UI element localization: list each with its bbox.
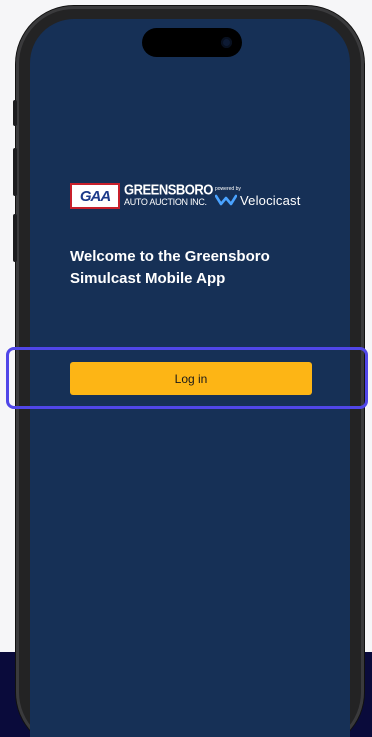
brand-logo-row: GAA GREENSBORO AUTO AUCTION INC. powered… — [70, 180, 320, 211]
gaa-logo-icon: GAA — [70, 183, 120, 209]
powered-by-text: powered by — [215, 186, 241, 192]
company-name-line2: AUTO AUCTION INC. — [124, 197, 207, 207]
welcome-heading: Welcome to the Greensboro Simulcast Mobi… — [70, 246, 315, 290]
phone-side-button — [13, 148, 17, 196]
gaa-logo-letters: GAA — [79, 187, 111, 205]
velocicast-logo-icon — [215, 194, 237, 206]
phone-side-button — [13, 100, 17, 126]
welcome-line1: Welcome to the Greensboro — [70, 248, 270, 265]
page: GAA GREENSBORO AUTO AUCTION INC. powered… — [0, 0, 372, 737]
phone-side-button — [13, 214, 17, 262]
camera-icon — [221, 37, 232, 48]
dynamic-island — [142, 28, 242, 57]
welcome-line2: Simulcast Mobile App — [70, 270, 226, 287]
login-button[interactable]: Log in — [70, 362, 312, 395]
company-name: GREENSBORO AUTO AUCTION INC. — [124, 180, 213, 208]
company-name-line1: GREENSBORO — [124, 180, 213, 199]
velocicast-name: Velocicast — [240, 193, 301, 208]
